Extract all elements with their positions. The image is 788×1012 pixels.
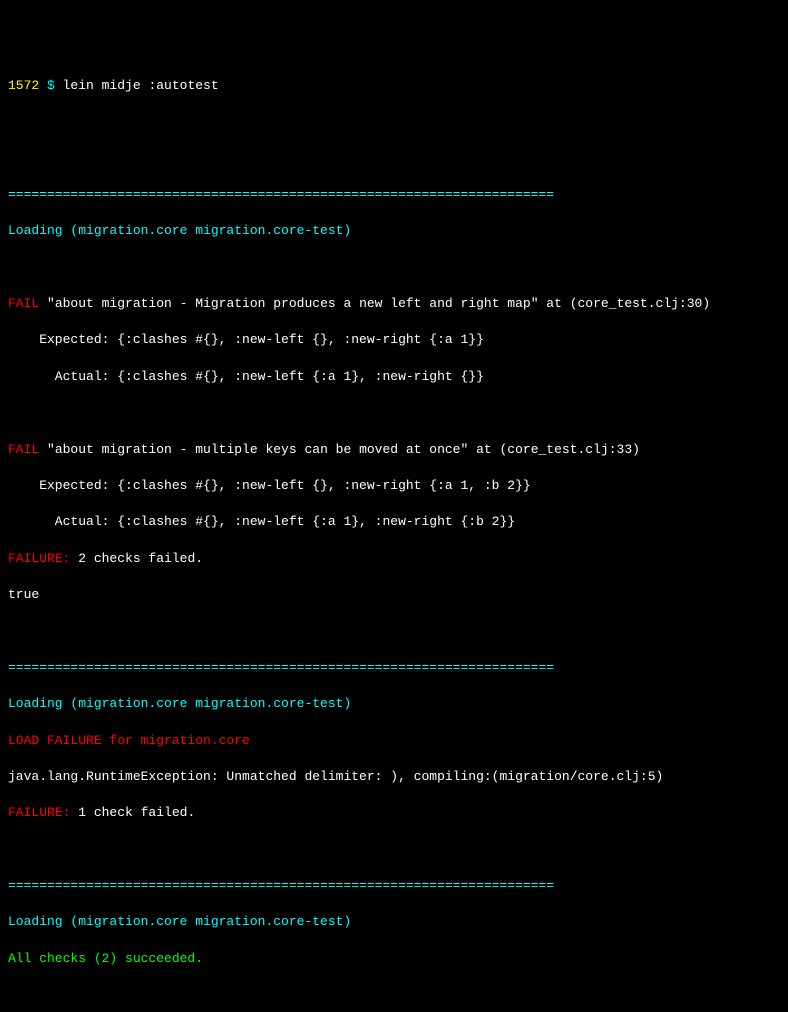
loading-line: Loading (migration.core migration.core-t… (8, 695, 780, 713)
true-line: true (8, 586, 780, 604)
fail-message: "about migration - Migration produces a … (39, 296, 710, 311)
actual-line: Actual: {:clashes #{}, :new-left {:a 1},… (8, 368, 780, 386)
blank-line (8, 113, 780, 131)
success-line: All checks (2) succeeded. (8, 950, 780, 968)
divider: ========================================… (8, 877, 780, 895)
prompt-number: 1572 (8, 78, 47, 93)
blank-line (8, 259, 780, 277)
failure-prefix: FAILURE: (8, 551, 70, 566)
failure-message: 1 check failed. (70, 805, 195, 820)
exception-line: java.lang.RuntimeException: Unmatched de… (8, 768, 780, 786)
expected-line: Expected: {:clashes #{}, :new-left {}, :… (8, 477, 780, 495)
fail-line: FAIL "about migration - multiple keys ca… (8, 441, 780, 459)
blank-line (8, 622, 780, 640)
blank-line (8, 150, 780, 168)
actual-line: Actual: {:clashes #{}, :new-left {:a 1},… (8, 513, 780, 531)
prompt-line: 1572 $ lein midje :autotest (8, 77, 780, 95)
failure-prefix: FAILURE: (8, 805, 70, 820)
fail-prefix: FAIL (8, 296, 39, 311)
prompt-symbol: $ (47, 78, 63, 93)
failure-line: FAILURE: 2 checks failed. (8, 550, 780, 568)
fail-message: "about migration - multiple keys can be … (39, 442, 640, 457)
command-text: lein midje :autotest (63, 78, 219, 93)
fail-prefix: FAIL (8, 442, 39, 457)
loading-line: Loading (migration.core migration.core-t… (8, 222, 780, 240)
divider: ========================================… (8, 186, 780, 204)
expected-line: Expected: {:clashes #{}, :new-left {}, :… (8, 331, 780, 349)
loading-line: Loading (migration.core migration.core-t… (8, 913, 780, 931)
failure-message: 2 checks failed. (70, 551, 203, 566)
blank-line (8, 404, 780, 422)
divider: ========================================… (8, 659, 780, 677)
fail-line: FAIL "about migration - Migration produc… (8, 295, 780, 313)
blank-line (8, 841, 780, 859)
load-failure-line: LOAD FAILURE for migration.core (8, 732, 780, 750)
failure-line: FAILURE: 1 check failed. (8, 804, 780, 822)
